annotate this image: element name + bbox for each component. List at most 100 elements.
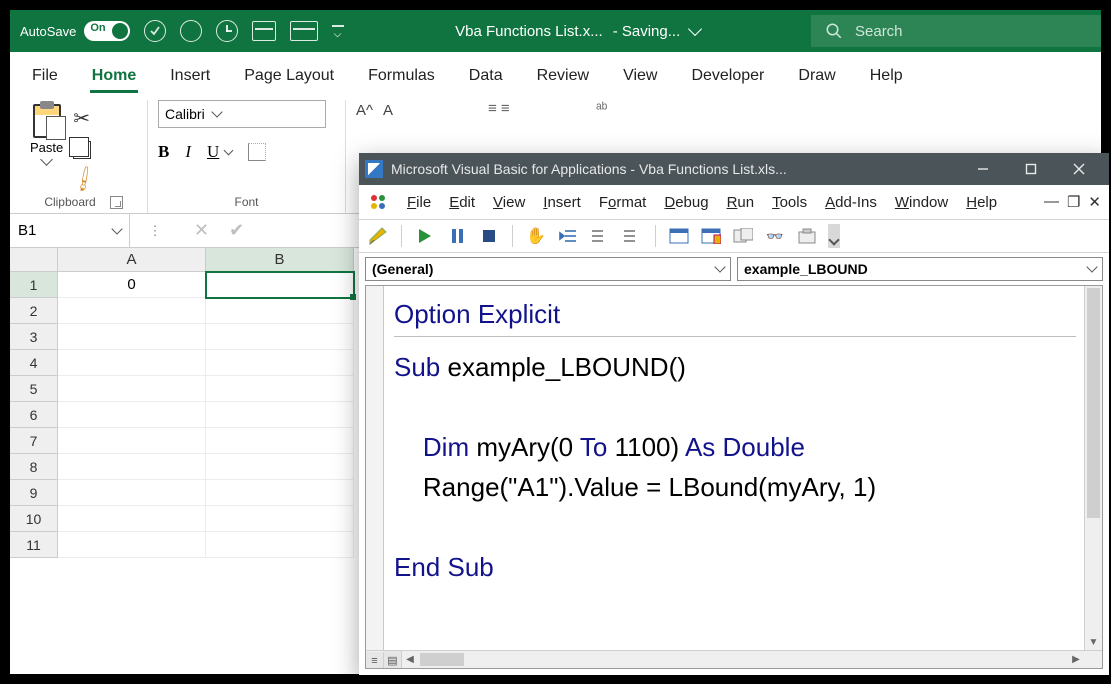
menu-help[interactable]: Help xyxy=(966,194,997,211)
mdi-minimize-icon[interactable]: — xyxy=(1044,193,1059,211)
copy-icon[interactable] xyxy=(73,141,91,159)
tab-view[interactable]: View xyxy=(623,67,657,93)
clipboard-launcher[interactable] xyxy=(110,196,123,209)
tab-developer[interactable]: Developer xyxy=(691,67,764,93)
vbe-titlebar[interactable]: Microsoft Visual Basic for Applications … xyxy=(359,153,1109,185)
vertical-scrollbar[interactable]: ▲ ▼ xyxy=(1084,286,1102,650)
horizontal-scrollbar[interactable]: ≡▤ ◀ ▶ xyxy=(366,650,1102,668)
enter-formula-icon[interactable]: ✔ xyxy=(229,220,244,241)
select-all-corner[interactable] xyxy=(10,248,58,272)
menu-insert[interactable]: Insert xyxy=(543,194,581,211)
cell[interactable] xyxy=(58,402,206,428)
row-header[interactable]: 5 xyxy=(10,376,58,402)
scroll-down-icon[interactable]: ▼ xyxy=(1085,634,1102,650)
mdi-close-icon[interactable]: ✕ xyxy=(1088,193,1101,211)
cell[interactable] xyxy=(206,324,354,350)
col-header-a[interactable]: A xyxy=(58,248,206,272)
underline-button[interactable]: U xyxy=(207,142,219,162)
code-text[interactable]: Option Explicit Sub example_LBOUND() Dim… xyxy=(386,286,1084,650)
cell[interactable] xyxy=(206,506,354,532)
outdent-icon[interactable] xyxy=(557,225,579,247)
menu-edit[interactable]: Edit xyxy=(449,194,475,211)
cell-a1[interactable]: 0 xyxy=(58,272,206,298)
tab-formulas[interactable]: Formulas xyxy=(368,67,435,93)
code-pane[interactable]: Option Explicit Sub example_LBOUND() Dim… xyxy=(365,285,1103,669)
project-explorer-icon[interactable] xyxy=(668,225,690,247)
tab-help[interactable]: Help xyxy=(870,67,903,93)
cell[interactable] xyxy=(206,532,354,558)
name-box-resize[interactable]: ⋮ xyxy=(130,214,180,247)
row-header[interactable]: 3 xyxy=(10,324,58,350)
properties-icon[interactable] xyxy=(700,225,722,247)
menu-window[interactable]: Window xyxy=(895,194,948,211)
qat-customize-dropdown[interactable] xyxy=(332,25,344,37)
menu-file[interactable]: File xyxy=(407,194,431,211)
borders-button[interactable] xyxy=(248,143,266,161)
maximize-button[interactable] xyxy=(1007,153,1055,185)
font-name-combo[interactable]: Calibri xyxy=(158,100,326,128)
autosave-toggle[interactable]: On xyxy=(84,21,130,41)
row-header[interactable]: 9 xyxy=(10,480,58,506)
tab-file[interactable]: File xyxy=(32,67,58,93)
full-module-view-icon[interactable]: ▤ xyxy=(384,651,402,669)
menu-run[interactable]: Run xyxy=(727,194,755,211)
row-header[interactable]: 2 xyxy=(10,298,58,324)
menu-addins[interactable]: Add-Ins xyxy=(825,194,877,211)
row-header[interactable]: 8 xyxy=(10,454,58,480)
menu-debug[interactable]: Debug xyxy=(664,194,708,211)
run-icon[interactable] xyxy=(414,225,436,247)
qat-table-icon[interactable] xyxy=(252,21,276,41)
tab-data[interactable]: Data xyxy=(469,67,503,93)
cut-icon[interactable]: ✂ xyxy=(73,106,96,131)
cell[interactable] xyxy=(206,428,354,454)
tab-insert[interactable]: Insert xyxy=(170,67,210,93)
procedure-combo[interactable]: example_LBOUND xyxy=(737,257,1103,281)
row-header[interactable]: 6 xyxy=(10,402,58,428)
object-browser-icon[interactable] xyxy=(732,225,754,247)
title-dropdown-icon[interactable] xyxy=(688,22,702,36)
margin-indicator-bar[interactable] xyxy=(366,286,384,650)
tab-home[interactable]: Home xyxy=(92,67,136,93)
chevron-down-icon[interactable] xyxy=(224,146,234,156)
bold-button[interactable]: B xyxy=(158,142,169,162)
cell[interactable] xyxy=(58,376,206,402)
cell[interactable] xyxy=(58,532,206,558)
scroll-thumb[interactable] xyxy=(420,653,464,666)
object-combo[interactable]: (General) xyxy=(365,257,731,281)
procedure-view-icon[interactable]: ≡ xyxy=(366,652,384,670)
tab-page-layout[interactable]: Page Layout xyxy=(244,67,334,93)
design-mode-icon[interactable] xyxy=(367,225,389,247)
row-header[interactable]: 7 xyxy=(10,428,58,454)
cell[interactable] xyxy=(206,376,354,402)
close-button[interactable] xyxy=(1055,153,1103,185)
row-header[interactable]: 10 xyxy=(10,506,58,532)
cell[interactable] xyxy=(58,454,206,480)
menu-tools[interactable]: Tools xyxy=(772,194,807,211)
cell[interactable] xyxy=(58,350,206,376)
break-icon[interactable] xyxy=(446,225,468,247)
row-header[interactable]: 4 xyxy=(10,350,58,376)
toolbox-icon[interactable] xyxy=(796,225,818,247)
tab-draw[interactable]: Draw xyxy=(798,67,835,93)
cell[interactable] xyxy=(206,480,354,506)
cell[interactable] xyxy=(206,298,354,324)
toolbar-overflow[interactable] xyxy=(828,224,840,248)
search-box[interactable]: Search xyxy=(811,15,1101,47)
row-header[interactable]: 1 xyxy=(10,272,58,298)
menu-format[interactable]: Format xyxy=(599,194,647,211)
qat-check-icon[interactable] xyxy=(144,20,166,42)
row-header[interactable]: 11 xyxy=(10,532,58,558)
qat-history-icon[interactable] xyxy=(216,20,238,42)
cell[interactable] xyxy=(206,350,354,376)
scroll-left-icon[interactable]: ◀ xyxy=(402,651,418,668)
qat-circle-icon[interactable] xyxy=(180,20,202,42)
cell[interactable] xyxy=(58,480,206,506)
vbe-window[interactable]: Microsoft Visual Basic for Applications … xyxy=(359,153,1109,675)
hand-icon[interactable]: ✋ xyxy=(525,225,547,247)
cell-b1[interactable] xyxy=(206,272,354,298)
italic-button[interactable]: I xyxy=(185,142,191,162)
minimize-button[interactable] xyxy=(959,153,1007,185)
reset-icon[interactable] xyxy=(478,225,500,247)
cell[interactable] xyxy=(58,324,206,350)
tab-review[interactable]: Review xyxy=(537,67,589,93)
